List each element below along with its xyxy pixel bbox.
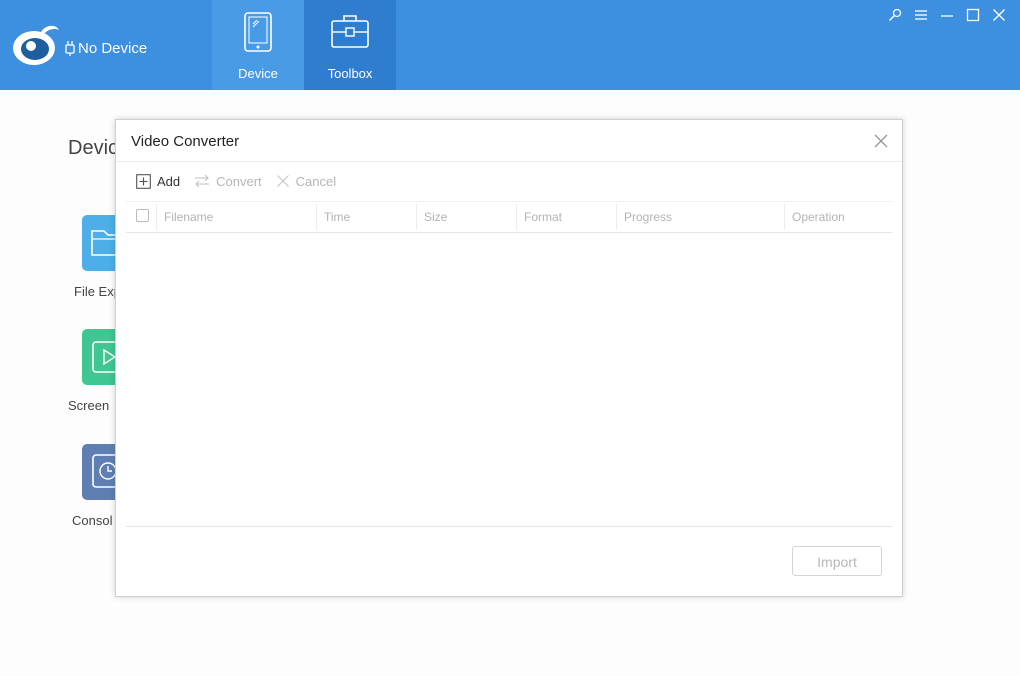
convert-icon [195,174,210,188]
plug-icon [65,41,75,56]
file-explorer-label: File Exp [74,284,121,299]
screen-label: Screen [68,398,110,413]
column-header-filename[interactable]: Filename [156,202,316,232]
top-header-bar: No Device Device Toolbox [0,0,1020,90]
select-all-checkbox[interactable] [136,209,149,222]
column-header-size[interactable]: Size [416,202,516,232]
column-header-operation[interactable]: Operation [784,202,894,232]
close-icon[interactable] [872,132,890,150]
convert-button-label: Convert [216,173,262,189]
device-status-label: No Device [78,39,148,57]
cancel-icon [276,175,289,187]
tab-device-label: Device [238,66,278,81]
console-label: Consol [72,513,113,528]
menu-icon[interactable] [912,6,930,24]
tab-toolbox-label: Toolbox [327,66,373,81]
window-controls [886,6,1008,24]
dialog-title: Video Converter [131,133,240,150]
convert-button[interactable]: Convert [194,174,262,189]
pin-icon[interactable] [886,6,904,24]
toolbox-icon [331,15,369,48]
app-logo-icon [13,25,59,65]
add-icon [136,173,151,189]
column-header-format[interactable]: Format [516,202,616,232]
video-converter-dialog: Video Converter Add Convert Cancel Filen… [115,119,903,597]
file-list [126,232,892,527]
close-icon[interactable] [990,6,1008,24]
device-status: No Device [64,38,147,58]
cancel-button[interactable]: Cancel [276,174,336,189]
import-button[interactable]: Import [792,546,882,576]
table-header: Filename Time Size Format Progress Opera… [126,201,892,233]
add-button[interactable]: Add [136,174,180,189]
tab-toolbox[interactable]: Toolbox [304,0,396,90]
add-button-label: Add [157,173,181,189]
page-title: Devic [68,137,119,159]
title-divider [116,161,902,162]
column-header-progress[interactable]: Progress [616,202,784,232]
tab-device[interactable]: Device [212,0,304,90]
minimize-icon[interactable] [938,6,956,24]
tablet-icon [244,12,272,52]
dialog-toolbar: Add Convert Cancel [136,171,350,191]
maximize-icon[interactable] [964,6,982,24]
column-header-time[interactable]: Time [316,202,416,232]
cancel-button-label: Cancel [295,173,337,189]
